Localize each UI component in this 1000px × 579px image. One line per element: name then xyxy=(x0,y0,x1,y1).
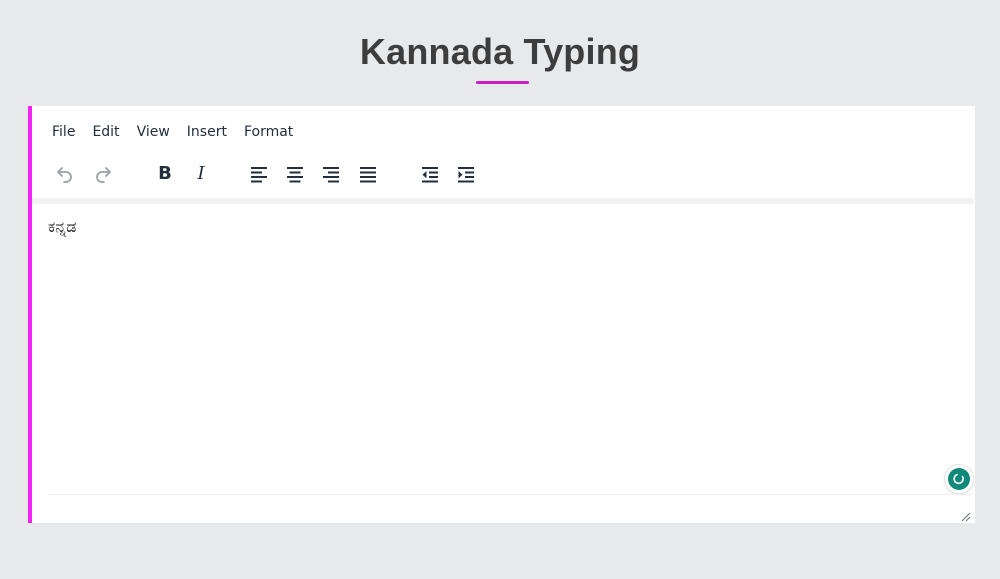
title-underline xyxy=(476,81,529,84)
redo-button[interactable] xyxy=(90,161,116,187)
page: Kannada Typing File Edit View Insert For… xyxy=(0,0,1000,579)
page-title: Kannada Typing xyxy=(359,31,641,72)
writing-assistant-badge[interactable] xyxy=(945,465,973,493)
italic-icon: I xyxy=(197,163,205,184)
editor-content-area[interactable]: ಕನ್ನಡ xyxy=(32,204,974,494)
resize-handle[interactable] xyxy=(959,507,971,522)
indent-button[interactable] xyxy=(453,161,479,187)
undo-button[interactable] xyxy=(52,161,78,187)
italic-button[interactable]: I xyxy=(188,161,214,187)
menu-file[interactable]: File xyxy=(52,120,75,144)
menu-format[interactable]: Format xyxy=(244,120,293,144)
outdent-icon xyxy=(422,167,438,183)
align-center-button[interactable] xyxy=(282,161,308,187)
align-right-button[interactable] xyxy=(318,161,344,187)
bold-button[interactable]: B xyxy=(152,161,178,187)
assistant-icon xyxy=(948,468,970,490)
menu-view[interactable]: View xyxy=(137,120,170,144)
statusbar-divider xyxy=(48,494,972,495)
align-right-icon xyxy=(323,167,339,183)
menu-edit[interactable]: Edit xyxy=(92,120,119,144)
undo-icon xyxy=(57,167,72,183)
editor-content-text[interactable]: ಕನ್ನಡ xyxy=(48,216,76,238)
indent-icon xyxy=(458,167,474,183)
align-left-icon xyxy=(251,167,267,183)
loading-arc-icon xyxy=(953,473,964,485)
align-justify-button[interactable] xyxy=(355,161,381,187)
outdent-button[interactable] xyxy=(417,161,443,187)
align-justify-icon xyxy=(360,167,376,183)
align-left-button[interactable] xyxy=(246,161,272,187)
rich-text-editor: File Edit View Insert Format B I ಕನ್ನಡ xyxy=(28,106,975,523)
align-center-icon xyxy=(287,167,303,183)
redo-icon xyxy=(96,167,111,183)
bold-icon: B xyxy=(158,163,172,184)
resize-grip-icon xyxy=(961,512,971,522)
menubar: File Edit View Insert Format xyxy=(52,120,310,144)
menu-insert[interactable]: Insert xyxy=(187,120,227,144)
